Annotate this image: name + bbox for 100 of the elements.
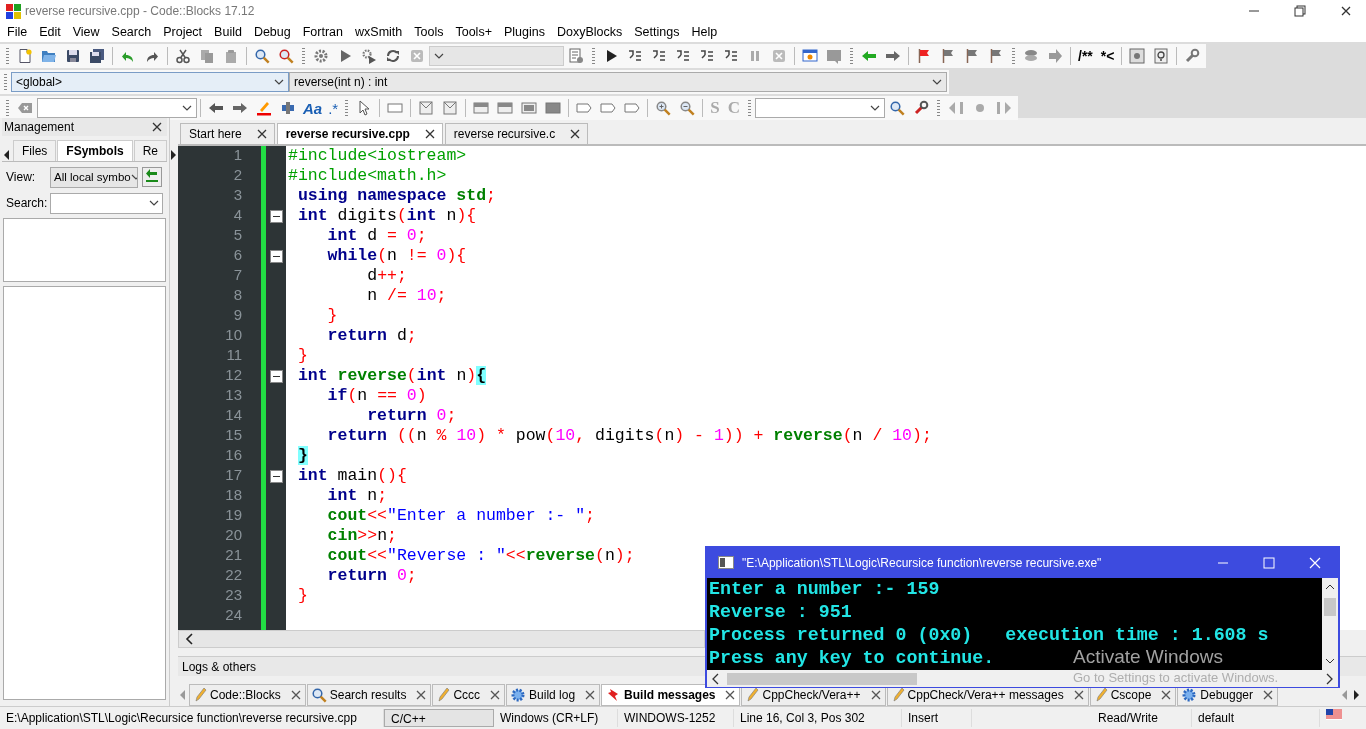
close-icon[interactable]: [289, 689, 302, 701]
flag-icon[interactable]: [988, 48, 1004, 64]
close-icon[interactable]: [869, 689, 882, 701]
close-icon[interactable]: [255, 128, 268, 140]
tab-left-icon[interactable]: [2, 149, 12, 161]
menu-item[interactable]: Tools+: [449, 25, 498, 39]
search-field[interactable]: [37, 98, 197, 118]
pencil-icon[interactable]: [1093, 687, 1108, 703]
chevron-down-icon[interactable]: [182, 103, 192, 113]
build-run-icon[interactable]: [361, 48, 377, 64]
menu-item[interactable]: Edit: [33, 25, 67, 39]
close-icon[interactable]: [415, 689, 428, 701]
close-icon[interactable]: [1160, 689, 1173, 701]
image-icon[interactable]: [442, 100, 459, 116]
maximize-icon[interactable]: [1294, 5, 1306, 17]
menu-item[interactable]: Build: [208, 25, 248, 39]
wrench-icon[interactable]: [912, 100, 929, 116]
function-dropdown[interactable]: reverse(int n) : int: [289, 72, 947, 92]
log-tab[interactable]: Search results: [306, 684, 432, 706]
scissors-icon[interactable]: [175, 48, 191, 64]
step-icon[interactable]: [723, 48, 739, 64]
scroll-up-icon[interactable]: [1325, 582, 1335, 592]
view-dropdown[interactable]: All local symbo: [50, 166, 138, 188]
scroll-down-icon[interactable]: [1325, 656, 1335, 666]
highlight-all-icon[interactable]: [280, 100, 296, 116]
gear-icon[interactable]: [510, 687, 527, 703]
debug-window-icon[interactable]: [802, 48, 818, 64]
paste-icon[interactable]: [223, 48, 239, 64]
log-tab[interactable]: Build log: [506, 684, 601, 706]
zoom-in-icon[interactable]: [655, 100, 672, 116]
collapse-icon[interactable]: [269, 249, 283, 263]
scroll-left-icon[interactable]: [185, 633, 195, 645]
search-icon[interactable]: [254, 48, 270, 64]
chevron-down-icon[interactable]: [130, 172, 137, 182]
comment-button[interactable]: *<: [1096, 48, 1119, 64]
search-icon[interactable]: [888, 100, 905, 116]
flag-icon[interactable]: [940, 48, 956, 64]
help-icon[interactable]: [1153, 48, 1170, 64]
menu-item[interactable]: Settings: [628, 25, 686, 39]
tag-icon[interactable]: [576, 100, 593, 116]
panel-icon[interactable]: [521, 100, 538, 116]
tag-icon[interactable]: [624, 100, 641, 116]
scroll-right-icon[interactable]: [1324, 672, 1334, 685]
close-icon[interactable]: [724, 689, 737, 701]
log-tab[interactable]: Cccc: [432, 684, 506, 706]
panel-tab[interactable]: FSymbols: [57, 140, 133, 161]
menu-item[interactable]: Plugins: [497, 25, 551, 39]
save-all-icon[interactable]: [89, 48, 105, 64]
menu-item[interactable]: Debug: [247, 25, 297, 39]
tab-right-icon[interactable]: [1351, 689, 1361, 701]
menu-item[interactable]: wxSmith: [349, 25, 409, 39]
stack-icon[interactable]: [1023, 48, 1039, 64]
menu-item[interactable]: Search: [105, 25, 158, 39]
log-tab[interactable]: Build messages: [601, 684, 741, 706]
chevron-down-icon[interactable]: [149, 198, 159, 208]
pencil-icon[interactable]: [745, 687, 760, 703]
file-tab[interactable]: reverse recursive.c: [444, 123, 589, 144]
comment-button[interactable]: /**: [1074, 48, 1097, 64]
close-icon[interactable]: [1262, 689, 1275, 701]
match-case-icon[interactable]: Aa: [300, 99, 326, 117]
new-file-icon[interactable]: [17, 48, 33, 64]
menu-item[interactable]: Help: [685, 25, 724, 39]
maximize-icon[interactable]: [1263, 556, 1275, 569]
panel-tab[interactable]: Files: [13, 140, 57, 161]
close-icon[interactable]: [1340, 5, 1352, 17]
highlight-icon[interactable]: [256, 100, 272, 116]
pencil-icon[interactable]: [890, 687, 905, 703]
forward-arrow-icon[interactable]: [885, 48, 901, 64]
panel-tab[interactable]: Re: [133, 140, 168, 161]
clear-icon[interactable]: [17, 100, 33, 116]
close-icon[interactable]: [423, 128, 436, 140]
back-arrow-icon[interactable]: [208, 100, 224, 116]
menu-item[interactable]: Fortran: [296, 25, 350, 39]
rebuild-icon[interactable]: [385, 48, 401, 64]
gear-icon[interactable]: [313, 48, 329, 64]
flag-icon[interactable]: [916, 48, 932, 64]
close-icon[interactable]: [1072, 689, 1085, 701]
document-icon[interactable]: [1129, 48, 1146, 64]
forward-arrow-icon[interactable]: [232, 100, 248, 116]
scrollbar-thumb[interactable]: [727, 672, 917, 685]
panel-icon[interactable]: [497, 100, 514, 116]
collapse-icon[interactable]: [269, 469, 283, 483]
close-icon[interactable]: [569, 128, 582, 140]
vertical-scrollbar[interactable]: [1322, 578, 1338, 670]
find-field[interactable]: [754, 98, 885, 118]
menu-item[interactable]: View: [66, 25, 106, 39]
collapse-icon[interactable]: [269, 209, 283, 223]
collapse-icon[interactable]: [269, 369, 283, 383]
search-field[interactable]: [50, 192, 163, 214]
file-tab[interactable]: Start here: [180, 123, 275, 144]
chevron-down-icon[interactable]: [932, 77, 942, 87]
copy-icon[interactable]: [199, 48, 215, 64]
scrollbar-thumb[interactable]: [1324, 598, 1336, 616]
wrench-icon[interactable]: [1184, 48, 1201, 64]
refresh-icon[interactable]: [142, 167, 162, 187]
horizontal-scrollbar[interactable]: [707, 670, 1338, 687]
back-arrow-icon[interactable]: [861, 48, 877, 64]
close-icon[interactable]: [151, 121, 163, 133]
menu-item[interactable]: File: [1, 25, 34, 39]
panel-icon[interactable]: [545, 100, 562, 116]
